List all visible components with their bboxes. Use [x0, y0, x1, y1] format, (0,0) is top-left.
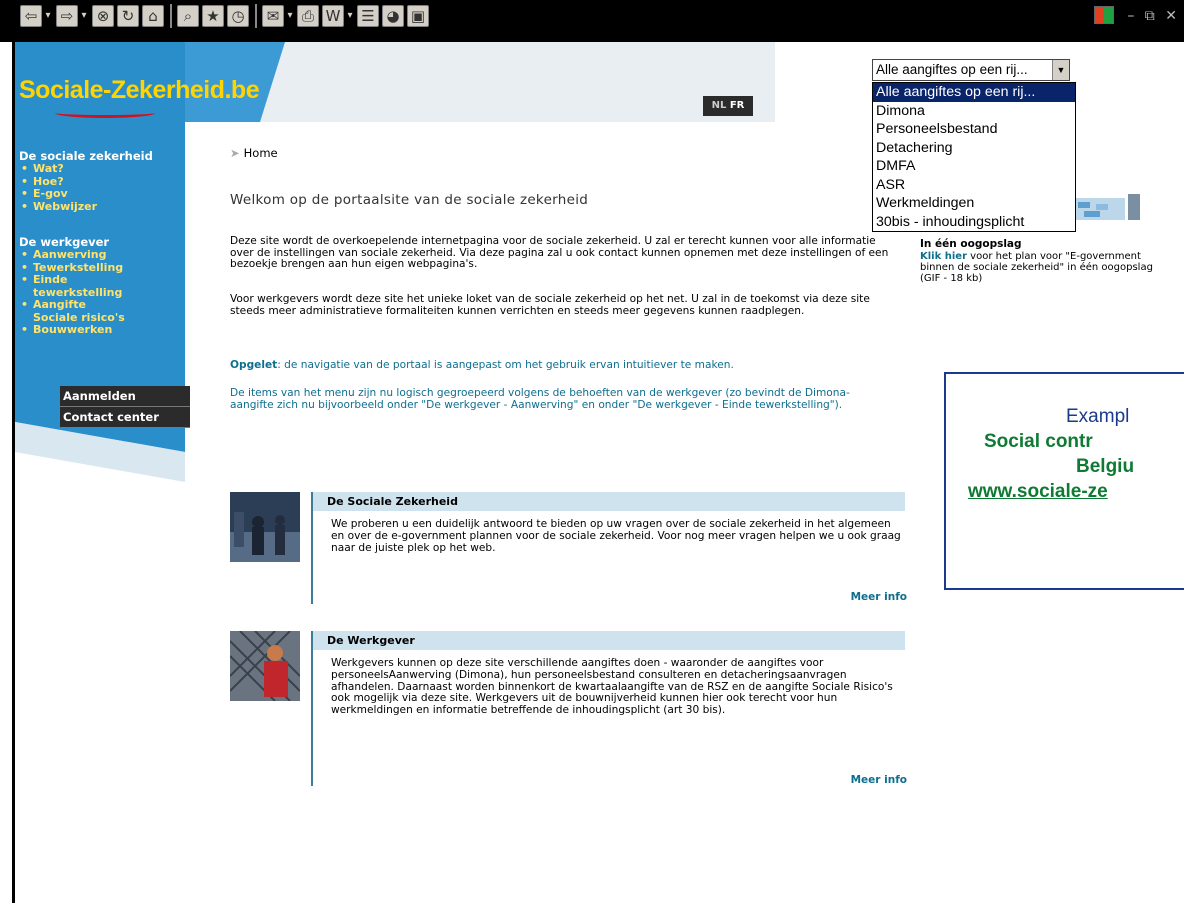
- annotation-line: Belgiu: [1076, 456, 1135, 477]
- promo-link[interactable]: Klik hier: [920, 251, 967, 262]
- edit-icon[interactable]: W: [322, 5, 344, 27]
- edit-dropdown-icon[interactable]: ▾: [345, 5, 355, 27]
- more-info-link[interactable]: Meer info: [841, 591, 907, 603]
- dropdown-option[interactable]: DMFA: [873, 157, 1075, 176]
- web-page: Sociale-Zekerheid.be NL FR De sociale ze…: [15, 42, 1184, 903]
- more-info-link[interactable]: Meer info: [841, 774, 907, 786]
- people-photo: [230, 492, 300, 562]
- stop-icon[interactable]: ⊗: [92, 5, 114, 27]
- window-controls[interactable]: – ⧉ ✕: [1127, 8, 1180, 24]
- annotation-line: Exampl: [1066, 406, 1130, 427]
- box-divider: [311, 631, 313, 786]
- annotation-callout: Exampl Social contr Belgiu www.sociale-z…: [944, 372, 1184, 590]
- refresh-icon[interactable]: ↻: [117, 5, 139, 27]
- home-icon[interactable]: ⌂: [142, 5, 164, 27]
- employers-paragraph: Voor werkgevers wordt deze site het unie…: [230, 293, 870, 317]
- nav-item-einde[interactable]: • Einde tewerkstelling: [19, 273, 125, 299]
- windows-flag-icon: [1094, 6, 1114, 24]
- forward-icon[interactable]: ⇨: [56, 5, 78, 27]
- lang-nl-link[interactable]: NL: [712, 100, 727, 111]
- annotation-line: Social contr: [984, 431, 1093, 452]
- dropdown-option[interactable]: 30bis - inhoudingsplicht: [873, 213, 1075, 232]
- declarations-select[interactable]: Alle aangiftes op een rij... ▼: [872, 59, 1070, 81]
- annotation-link[interactable]: www.sociale-ze: [968, 481, 1108, 503]
- plan-thumbnail-image[interactable]: [1070, 194, 1142, 224]
- forward-dropdown-icon[interactable]: ▾: [79, 5, 89, 27]
- sidebar-buttons: Aanmelden Contact center: [60, 386, 190, 428]
- history-icon[interactable]: ◷: [227, 5, 249, 27]
- logo-swoosh: [55, 108, 155, 118]
- worker-photo: [230, 631, 300, 701]
- dropdown-option[interactable]: Werkmeldingen: [873, 194, 1075, 213]
- nav-list-werkgever: • Aanwerving • Tewerkstelling • Einde tewerk…: [19, 248, 125, 337]
- dropdown-option[interactable]: Personeelsbestand: [873, 120, 1075, 139]
- mail-icon[interactable]: ✉: [262, 5, 284, 27]
- back-icon[interactable]: ⇦: [20, 5, 42, 27]
- breadcrumb: ➤ Home: [230, 146, 278, 160]
- back-dropdown-icon[interactable]: ▾: [43, 5, 53, 27]
- toolbar-separator: [255, 4, 257, 28]
- mail-dropdown-icon[interactable]: ▾: [285, 5, 295, 27]
- chevron-down-icon[interactable]: ▼: [1052, 60, 1069, 80]
- dropdown-option[interactable]: Alle aangiftes op een rij...: [873, 83, 1075, 102]
- messenger-icon[interactable]: ◕: [382, 5, 404, 27]
- nav-item-bouwwerken[interactable]: • Bouwwerken: [19, 323, 125, 337]
- promo-title: In één oogopslag: [920, 238, 1022, 250]
- nav-item-aangifte[interactable]: • Aangifte Sociale risico's: [19, 298, 125, 324]
- intro-paragraph: Deze site wordt de overkoepelende intern…: [230, 235, 889, 271]
- dropdown-option[interactable]: Detachering: [873, 139, 1075, 158]
- contact-center-button[interactable]: Contact center: [60, 407, 190, 428]
- favorites-icon[interactable]: ★: [202, 5, 224, 27]
- nav-list-sociale: • Wat? • Hoe? • E-gov • Webwijzer: [19, 162, 97, 214]
- box-title: De Sociale Zekerheid: [313, 492, 905, 511]
- browser-toolbar: ⇦ ▾ ⇨ ▾ ⊗ ↻ ⌂ ⌕ ★ ◷ ✉ ▾ ⎙ W ▾ ☰ ◕ ▣ – ⧉ …: [0, 0, 1184, 42]
- breadcrumb-arrow-icon: ➤: [230, 146, 240, 160]
- nav-section-title[interactable]: De sociale zekerheid: [19, 149, 153, 163]
- notice-paragraph: Opgelet: de navigatie van de portaal is …: [230, 359, 734, 371]
- dropdown-option[interactable]: Dimona: [873, 102, 1075, 121]
- box-text: Werkgevers kunnen op deze site verschill…: [331, 657, 893, 717]
- login-button[interactable]: Aanmelden: [60, 386, 190, 407]
- declarations-options-list: Alle aangiftes op een rij... Dimona Pers…: [872, 82, 1076, 232]
- discuss-icon[interactable]: ☰: [357, 5, 379, 27]
- lang-fr-link[interactable]: FR: [730, 100, 745, 111]
- nav-item-webwijzer[interactable]: • Webwijzer: [19, 200, 97, 214]
- promo-text: Klik hier voor het plan voor "E-governme…: [920, 251, 1153, 284]
- language-switch[interactable]: NL FR: [703, 96, 753, 116]
- site-logo[interactable]: Sociale-Zekerheid.be: [19, 76, 260, 105]
- box-title: De Werkgever: [313, 631, 905, 650]
- breadcrumb-home-link[interactable]: Home: [244, 146, 278, 160]
- window-icon[interactable]: ▣: [407, 5, 429, 27]
- box-text: We proberen u een duidelijk antwoord te …: [331, 518, 901, 554]
- toolbar-separator: [170, 4, 172, 28]
- menu-info-paragraph: De items van het menu zijn nu logisch ge…: [230, 387, 850, 411]
- page-title: Welkom op de portaalsite van de sociale …: [230, 192, 589, 208]
- nav-section-title[interactable]: De werkgever: [19, 235, 109, 249]
- print-icon[interactable]: ⎙: [297, 5, 319, 27]
- search-icon[interactable]: ⌕: [177, 5, 199, 27]
- notice-label: Opgelet: [230, 359, 278, 371]
- dropdown-option[interactable]: ASR: [873, 176, 1075, 195]
